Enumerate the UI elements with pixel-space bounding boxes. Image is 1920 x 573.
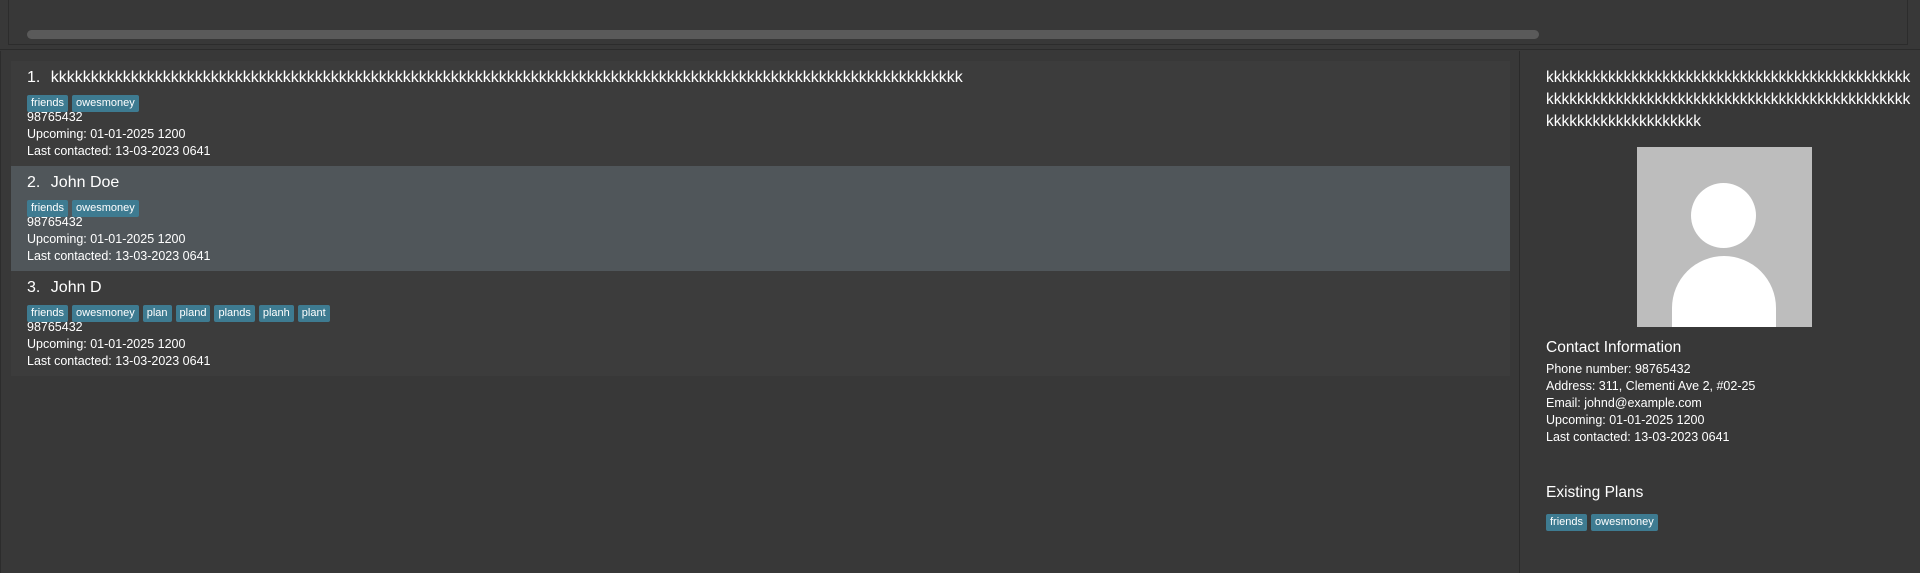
person-name-row: 2. John Doe (27, 173, 1510, 193)
detail-person-name: kkkkkkkkkkkkkkkkkkkkkkkkkkkkkkkkkkkkkkkk… (1546, 69, 1911, 130)
tag: plan (142, 305, 172, 322)
person-name-row: 1. kkkkkkkkkkkkkkkkkkkkkkkkkkkkkkkkkkkkk… (27, 68, 1510, 88)
contact-info: Phone number: 98765432 Address: 311, Cle… (1546, 361, 1755, 446)
plan-tag: friends (1546, 514, 1588, 531)
person-upcoming: Upcoming: 01-01-2025 1200 (27, 337, 186, 351)
detail-phone: Phone number: 98765432 (1546, 362, 1691, 376)
tag: plands (214, 305, 255, 322)
person-name: kkkkkkkkkkkkkkkkkkkkkkkkkkkkkkkkkkkkkkkk… (50, 69, 963, 86)
person-card[interactable]: 1. kkkkkkkkkkkkkkkkkkkkkkkkkkkkkkkkkkkkk… (11, 61, 1510, 166)
person-index: 1. (27, 69, 41, 86)
person-tags: friends owesmoney (27, 91, 1510, 112)
person-tags: friends owesmoney (27, 196, 1510, 217)
existing-plans-heading: Existing Plans (1546, 484, 1644, 501)
person-list[interactable]: 1. kkkkkkkkkkkkkkkkkkkkkkkkkkkkkkkkkkkkk… (0, 51, 1519, 573)
plan-tag: owesmoney (1591, 514, 1658, 531)
person-silhouette-icon (1637, 147, 1812, 327)
detail-email: Email: johnd@example.com (1546, 396, 1702, 410)
contact-info-heading: Contact Information (1546, 339, 1682, 356)
person-card[interactable]: 3. John D friends owesmoney plan pland pland… (11, 271, 1510, 376)
tag: plant (297, 305, 330, 322)
person-last-contacted: Last contacted: 13-03-2023 0641 (27, 249, 211, 263)
existing-plans-tags: friends owesmoney (1546, 510, 1662, 531)
result-display (8, 0, 1908, 45)
detail-last-contacted: Last contacted: 13-03-2023 0641 (1546, 430, 1730, 444)
person-phone: 98765432 (27, 110, 83, 124)
main-content: 1. kkkkkkkkkkkkkkkkkkkkkkkkkkkkkkkkkkkkk… (0, 51, 1920, 573)
person-tags: friends owesmoney plan pland plands planh plan… (27, 301, 1510, 322)
person-name: John Doe (50, 174, 120, 191)
person-name: John D (50, 279, 102, 296)
avatar-head (1691, 183, 1756, 248)
tag: pland (175, 305, 211, 322)
person-index: 3. (27, 279, 41, 296)
person-last-contacted: Last contacted: 13-03-2023 0641 (27, 144, 211, 158)
horizontal-scrollbar[interactable] (27, 30, 1539, 39)
detail-address: Address: 311, Clementi Ave 2, #02-25 (1546, 379, 1756, 393)
person-phone: 98765432 (27, 215, 83, 229)
person-name-row: 3. John D (27, 278, 1510, 298)
person-detail-panel: kkkkkkkkkkkkkkkkkkkkkkkkkkkkkkkkkkkkkkkk… (1519, 51, 1920, 573)
avatar-body (1672, 256, 1776, 327)
person-upcoming: Upcoming: 01-01-2025 1200 (27, 127, 186, 141)
person-last-contacted: Last contacted: 13-03-2023 0641 (27, 354, 211, 368)
person-index: 2. (27, 174, 41, 191)
command-result-pane (0, 0, 1920, 50)
detail-upcoming: Upcoming: 01-01-2025 1200 (1546, 413, 1705, 427)
tag: planh (258, 305, 294, 322)
person-upcoming: Upcoming: 01-01-2025 1200 (27, 232, 186, 246)
person-card-selected[interactable]: 2. John Doe friends owesmoney 98765432 Up… (11, 166, 1510, 271)
